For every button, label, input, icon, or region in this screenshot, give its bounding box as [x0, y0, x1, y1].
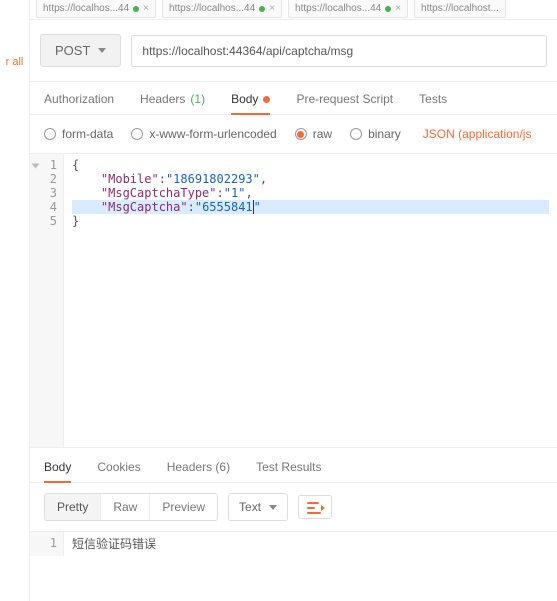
tab-authorization[interactable]: Authorization: [44, 92, 114, 106]
request-body-editor[interactable]: 1 2 3 4 5 { "Mobile":"18691802293", "Msg…: [30, 154, 557, 448]
content-type-select[interactable]: JSON (application/js: [423, 127, 532, 141]
sidebar: r all: [0, 0, 30, 601]
tab-label: https://localhos...44: [295, 3, 381, 14]
resp-tab-test-results[interactable]: Test Results: [256, 460, 321, 474]
open-tab-3[interactable]: https://localhost...: [414, 0, 506, 18]
wrap-lines-button[interactable]: [298, 495, 332, 519]
status-dot-icon: [385, 6, 391, 12]
resp-tab-body[interactable]: Body: [44, 460, 71, 474]
open-tab-0[interactable]: https://localhos...44 ×: [36, 0, 156, 18]
status-dot-icon: [133, 6, 139, 12]
response-code: 短信验证码错误: [64, 532, 557, 556]
wrap-icon: [307, 500, 323, 514]
radio-icon: [131, 128, 143, 140]
format-select[interactable]: Text: [228, 493, 288, 521]
resp-headers-count: (6): [215, 460, 230, 474]
chevron-down-icon: [98, 48, 106, 53]
editor-gutter: 1 2 3 4 5: [30, 154, 64, 447]
tab-tests[interactable]: Tests: [419, 92, 447, 106]
view-mode-group: Pretty Raw Preview: [44, 493, 218, 521]
sidebar-filter-label[interactable]: r all: [0, 56, 29, 68]
tab-body[interactable]: Body: [231, 92, 270, 106]
url-input[interactable]: [131, 35, 547, 67]
request-tabs: Authorization Headers (1) Body Pre-reque…: [30, 82, 557, 115]
body-opt-raw[interactable]: raw: [295, 127, 332, 141]
open-tabs: https://localhos...44 × https://localhos…: [30, 0, 557, 20]
close-icon[interactable]: ×: [143, 3, 149, 14]
tab-headers[interactable]: Headers (1): [140, 92, 205, 106]
view-pretty-button[interactable]: Pretty: [45, 494, 101, 520]
dirty-dot-icon: [263, 96, 270, 103]
radio-icon: [350, 128, 362, 140]
response-body[interactable]: 1 短信验证码错误: [30, 532, 557, 556]
radio-icon: [44, 128, 56, 140]
open-tab-1[interactable]: https://localhos...44 ×: [162, 0, 282, 18]
editor-code[interactable]: { "Mobile":"18691802293", "MsgCaptchaTyp…: [64, 154, 557, 447]
body-options: form-data x-www-form-urlencoded raw bina…: [30, 115, 557, 154]
body-opt-urlencoded[interactable]: x-www-form-urlencoded: [131, 127, 276, 141]
tab-label: https://localhost...: [421, 3, 499, 14]
radio-checked-icon: [295, 128, 307, 140]
close-icon[interactable]: ×: [269, 3, 275, 14]
resp-tab-cookies[interactable]: Cookies: [97, 460, 140, 474]
request-line: POST: [30, 20, 557, 82]
close-icon[interactable]: ×: [395, 3, 401, 14]
tab-prerequest[interactable]: Pre-request Script: [296, 92, 393, 106]
method-select[interactable]: POST: [40, 34, 121, 67]
status-dot-icon: [259, 6, 265, 12]
view-raw-button[interactable]: Raw: [101, 494, 150, 520]
chevron-down-icon: [269, 505, 277, 510]
body-opt-binary[interactable]: binary: [350, 127, 401, 141]
response-tabs: Body Cookies Headers (6) Test Results: [30, 448, 557, 483]
view-preview-button[interactable]: Preview: [150, 494, 217, 520]
resp-tab-headers[interactable]: Headers (6): [167, 460, 230, 474]
response-gutter: 1: [30, 532, 64, 556]
response-toolbar: Pretty Raw Preview Text: [30, 483, 557, 532]
open-tab-2[interactable]: https://localhos...44 ×: [288, 0, 408, 18]
headers-count: (1): [190, 92, 205, 106]
tab-label: https://localhos...44: [169, 3, 255, 14]
method-label: POST: [55, 43, 90, 58]
body-opt-form-data[interactable]: form-data: [44, 127, 113, 141]
tab-label: https://localhos...44: [43, 3, 129, 14]
main-panel: https://localhos...44 × https://localhos…: [30, 0, 557, 601]
